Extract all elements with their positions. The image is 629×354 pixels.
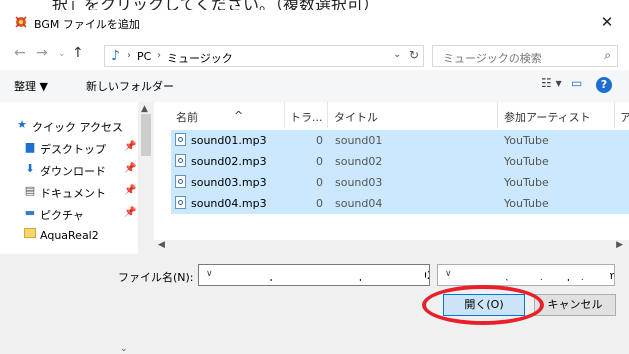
audio-file-icon	[175, 133, 186, 146]
column-divider[interactable]	[614, 102, 615, 128]
audio-file-icon	[175, 154, 186, 167]
scroll-thumb[interactable]	[141, 114, 151, 156]
window-title: BGM ファイルを追加	[34, 18, 140, 31]
file-title: sound01	[335, 134, 383, 147]
breadcrumb-music[interactable]: ミュージック	[167, 50, 233, 66]
nav-label: クイック アクセス	[32, 121, 123, 134]
preview-pane-icon[interactable]: ▭	[571, 76, 582, 90]
refresh-icon[interactable]: ↻	[409, 48, 419, 62]
audio-file-icon	[175, 175, 186, 188]
highlight-ellipse	[422, 285, 544, 325]
column-header-album[interactable]: アル	[620, 109, 629, 125]
search-placeholder: ミュージックの検索	[443, 52, 542, 65]
filename-input[interactable]: "sound04.mp3" "sound01.mp3" "sound02 ∨	[198, 264, 430, 286]
download-icon: ⬇	[25, 162, 35, 175]
breadcrumb-pc[interactable]: PC	[137, 50, 151, 63]
pictures-icon: ▬	[24, 206, 36, 219]
file-title: sound03	[335, 176, 383, 189]
file-track: 0	[316, 176, 323, 189]
nav-label: AquaReal2	[40, 229, 99, 242]
pin-icon: 📌	[124, 163, 137, 174]
scroll-right-icon[interactable]: ▶	[616, 240, 623, 250]
back-arrow-icon[interactable]: ←	[14, 46, 26, 60]
file-artist: YouTube	[504, 134, 549, 147]
file-artist: YouTube	[504, 176, 549, 189]
audio-file-icon	[175, 196, 186, 209]
app-icon	[15, 16, 27, 28]
file-row[interactable]: sound01.mp3 0 sound01 YouTube	[171, 130, 629, 151]
nav-label: ダウンロード	[40, 165, 106, 178]
desktop-icon: ▆	[25, 140, 35, 153]
file-name: sound01.mp3	[191, 134, 267, 147]
file-track: 0	[316, 155, 323, 168]
nav-label: ドキュメント	[40, 187, 106, 200]
nav-expand-icon[interactable]: ⌄	[120, 344, 128, 354]
scroll-left-icon[interactable]: ◀	[158, 240, 165, 250]
help-icon[interactable]: ?	[596, 77, 612, 93]
address-bar[interactable]: ♪ › PC › ミュージック ⌄ ↻	[104, 45, 424, 67]
sort-caret-icon: ^	[234, 109, 244, 122]
column-header-name[interactable]: 名前	[176, 109, 198, 125]
close-icon[interactable]: ✕	[598, 13, 616, 31]
new-folder-button[interactable]: 新しいフォルダー	[86, 78, 174, 94]
up-arrow-icon[interactable]: ↑	[72, 46, 84, 60]
navigation-pane: ★ クイック アクセス ▆ デスクトップ 📌 ⬇ ダウンロード 📌 ▤ ドキュメ…	[0, 102, 138, 354]
column-divider[interactable]	[497, 102, 498, 128]
view-options-icon[interactable]: ☷ ▾	[541, 76, 562, 90]
file-name: sound04.mp3	[191, 197, 267, 210]
forward-arrow-icon[interactable]: →	[36, 46, 48, 60]
file-row[interactable]: sound03.mp3 0 sound03 YouTube	[171, 172, 629, 193]
column-header-track[interactable]: トラ...	[290, 109, 323, 125]
file-name: sound02.mp3	[191, 155, 267, 168]
column-header-title[interactable]: タイトル	[334, 109, 378, 125]
filetype-select[interactable]: Audio Files (*.wav; *.mp3; *.wm ∨	[437, 264, 615, 286]
star-icon: ★	[17, 118, 27, 131]
column-headers: ^ 名前 トラ... タイトル 参加アーティスト アル	[154, 102, 629, 128]
column-divider[interactable]	[284, 102, 285, 128]
organize-button[interactable]: 整理 ▼	[14, 78, 48, 94]
file-list: ^ 名前 トラ... タイトル 参加アーティスト アル sound01.mp3 …	[154, 102, 629, 254]
file-name: sound03.mp3	[191, 176, 267, 189]
chevron-down-icon[interactable]: ∨	[442, 269, 610, 279]
horizontal-scrollbar[interactable]: ◀ ▶	[154, 240, 629, 254]
pin-icon: 📌	[124, 185, 137, 196]
crumb-separator-icon: ›	[157, 50, 161, 61]
music-folder-icon: ♪	[111, 48, 120, 64]
pin-icon: 📌	[124, 141, 137, 152]
command-toolbar: 整理 ▼ 新しいフォルダー ☷ ▾ ▭ ?	[0, 70, 629, 103]
file-artist: YouTube	[504, 197, 549, 210]
search-icon[interactable]: ⌕	[604, 48, 611, 63]
recent-dropdown-icon[interactable]: ⌄	[58, 47, 66, 61]
chevron-down-icon[interactable]: ∨	[203, 269, 425, 279]
document-icon: ▤	[24, 184, 36, 197]
column-header-artist[interactable]: 参加アーティスト	[504, 109, 591, 125]
navigation-bar: ← → ⌄ ↑ ♪ › PC › ミュージック ⌄ ↻ ミュージックの検索 ⌕	[0, 36, 629, 70]
column-divider[interactable]	[327, 102, 328, 128]
file-row[interactable]: sound02.mp3 0 sound02 YouTube	[171, 151, 629, 172]
cancel-button[interactable]: キャンセル	[534, 294, 616, 316]
nav-label: デスクトップ	[40, 143, 106, 156]
file-track: 0	[316, 134, 323, 147]
folder-icon	[22, 228, 38, 241]
nav-scrollbar[interactable]: ▲	[138, 102, 154, 254]
chevron-down-icon[interactable]: ⌄	[393, 49, 401, 60]
file-title: sound02	[335, 155, 383, 168]
filename-label: ファイル名(N):	[118, 271, 194, 284]
file-row[interactable]: sound04.mp3 0 sound04 YouTube	[171, 193, 629, 214]
file-track: 0	[316, 197, 323, 210]
caption-text: 択」をクリックしてください。（複数選択可）	[52, 0, 380, 10]
top-caption-fragment: 択」をクリックしてください。（複数選択可）	[0, 0, 629, 10]
nav-label: ピクチャ	[40, 209, 84, 222]
file-artist: YouTube	[504, 155, 549, 168]
search-input[interactable]: ミュージックの検索 ⌕	[432, 45, 618, 67]
scroll-up-icon[interactable]: ▲	[141, 104, 148, 114]
crumb-separator-icon: ›	[127, 50, 131, 61]
file-title: sound04	[335, 197, 383, 210]
title-bar: BGM ファイルを追加 ✕	[0, 10, 629, 36]
pin-icon: 📌	[124, 207, 137, 218]
